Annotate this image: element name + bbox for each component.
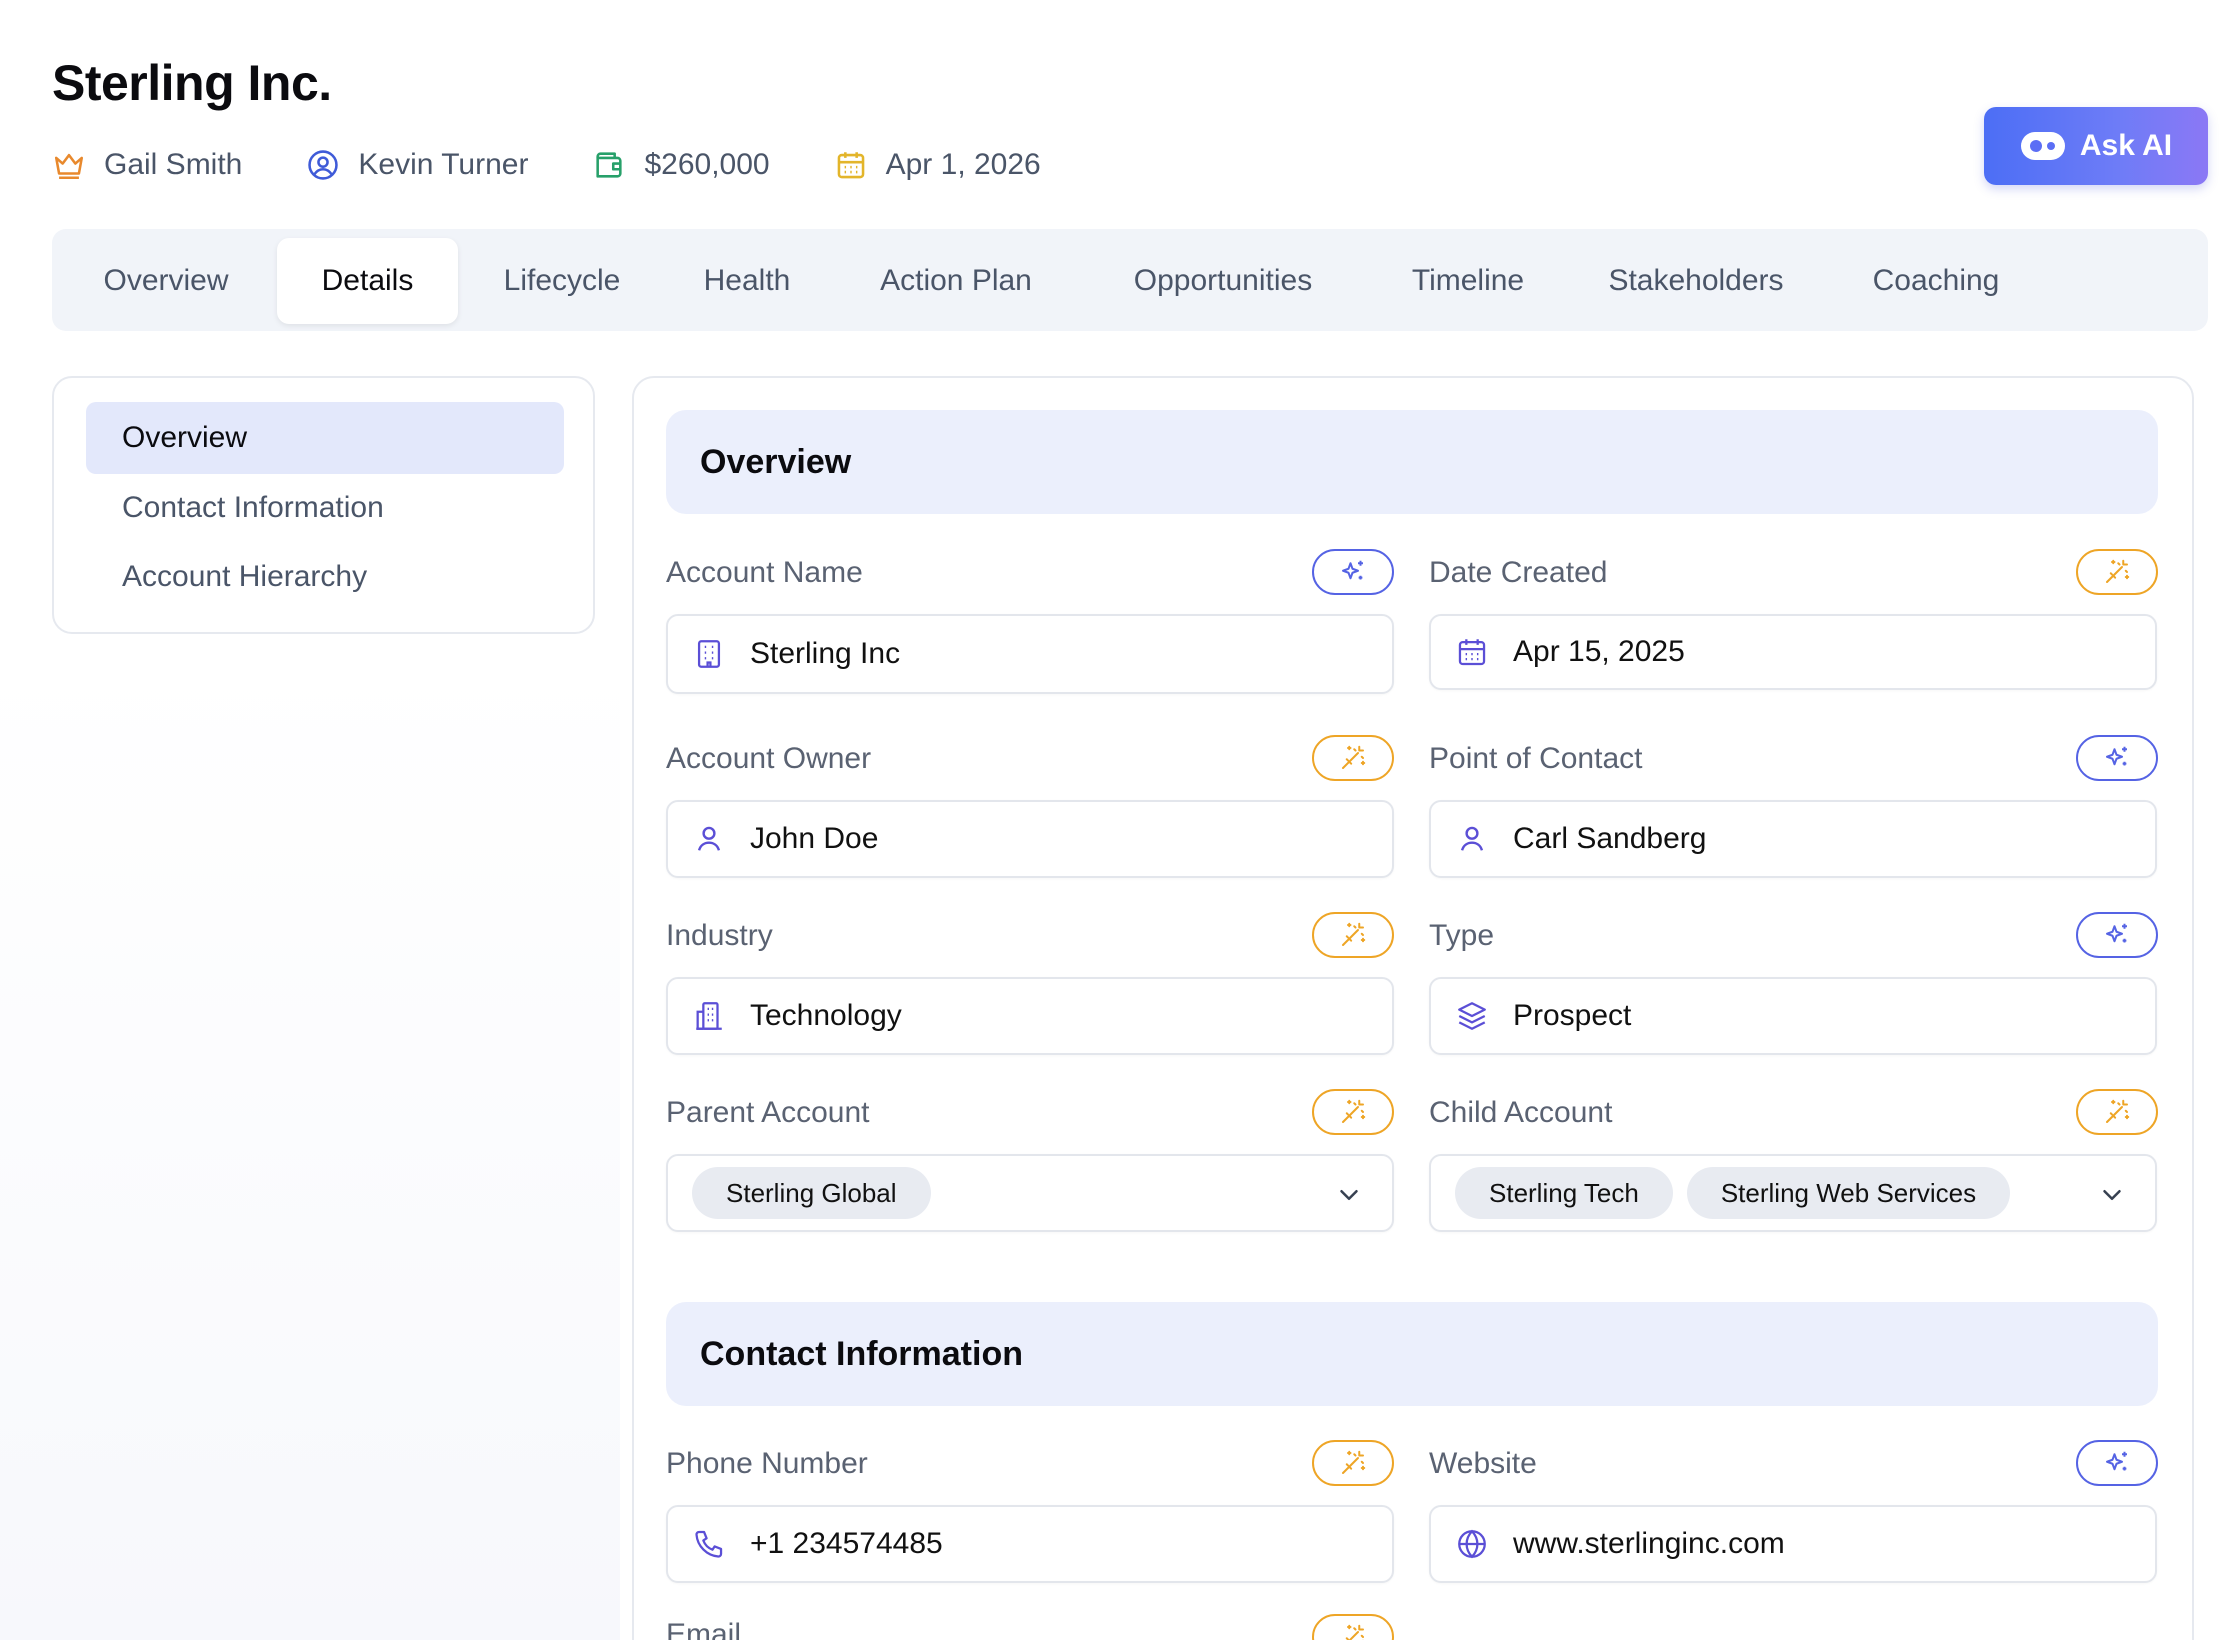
user-icon <box>697 826 721 851</box>
child-account-select[interactable]: Sterling Tech Sterling Web Services <box>1429 1154 2157 1232</box>
calendar-icon <box>1458 639 1486 666</box>
point-of-contact-ai-button[interactable] <box>2076 735 2158 781</box>
tab-details[interactable]: Details <box>277 238 458 324</box>
parent-account-label: Parent Account <box>666 1096 870 1129</box>
point-of-contact-value: Carl Sandberg <box>1513 822 1707 855</box>
phone-icon <box>695 1530 723 1558</box>
section-nav-overview[interactable]: Overview <box>86 402 564 474</box>
parent-account-chip[interactable]: Sterling Global <box>692 1167 931 1219</box>
tab-opportunities[interactable]: Opportunities <box>1092 238 1354 324</box>
sidebar-background <box>0 660 620 1640</box>
meta-csm: Kevin Turner <box>306 148 528 182</box>
phone-number-value: +1 234574485 <box>750 1527 943 1560</box>
date-created-label: Date Created <box>1429 556 1608 589</box>
account-owner-label: Account Owner <box>666 742 872 775</box>
calendar-icon <box>837 152 864 179</box>
tab-timeline[interactable]: Timeline <box>1382 238 1554 324</box>
globe-icon <box>1458 1529 1486 1559</box>
tab-stakeholders[interactable]: Stakeholders <box>1574 238 1818 324</box>
meta-value: $260,000 <box>592 148 770 182</box>
chevron-down-icon[interactable] <box>1334 1180 1364 1210</box>
type-ai-button[interactable] <box>2076 912 2158 958</box>
parent-account-ai-button[interactable] <box>1312 1089 1394 1135</box>
tab-bar: Overview Details Lifecycle Health Action… <box>52 229 2208 331</box>
building-icon <box>697 640 721 668</box>
page-title: Sterling Inc. <box>52 55 332 111</box>
meta-owner-label: Gail Smith <box>104 148 243 181</box>
account-meta: Gail Smith Kevin Turner $260,000 Apr 1, … <box>52 140 1105 190</box>
section-nav-account-hierarchy[interactable]: Account Hierarchy <box>86 541 564 613</box>
tab-coaching[interactable]: Coaching <box>1842 238 2030 324</box>
ask-ai-button[interactable]: Ask AI <box>1984 107 2208 185</box>
magic-wand-icon <box>1342 1450 1366 1474</box>
child-account-chip[interactable]: Sterling Tech <box>1455 1167 1673 1219</box>
magic-wand-icon <box>1345 1624 1364 1640</box>
user-circle-icon <box>308 150 339 180</box>
type-value: Prospect <box>1513 999 1632 1032</box>
section-nav-contact-information[interactable]: Contact Information <box>86 472 564 544</box>
point-of-contact-label: Point of Contact <box>1429 742 1643 775</box>
child-account-ai-button[interactable] <box>2076 1089 2158 1135</box>
website-label: Website <box>1429 1447 1537 1480</box>
parent-account-select[interactable]: Sterling Global <box>666 1154 1394 1232</box>
meta-owner: Gail Smith <box>52 148 242 182</box>
section-nav: Overview Contact Information Account Hie… <box>52 376 595 634</box>
contact-section-header: Contact Information <box>666 1302 2158 1406</box>
sparkle-icon <box>1342 560 1363 580</box>
office-building-icon <box>696 1002 722 1030</box>
meta-date: Apr 1, 2026 <box>834 148 1041 182</box>
account-owner-ai-button[interactable] <box>1312 735 1394 781</box>
industry-value: Technology <box>750 999 902 1032</box>
ai-eye-icon <box>2020 132 2065 160</box>
account-details-page: Sterling Inc. Gail Smith Kevin Turner $2… <box>0 0 2224 1640</box>
account-name-value: Sterling Inc <box>750 637 901 670</box>
magic-wand-icon <box>2106 1099 2130 1123</box>
crown-icon <box>54 153 84 180</box>
magic-wand-icon <box>1342 1099 1366 1123</box>
child-account-chip[interactable]: Sterling Web Services <box>1686 1167 2011 1219</box>
meta-value-label: $260,000 <box>644 148 770 181</box>
email-label: Email <box>666 1618 742 1640</box>
chevron-down-icon[interactable] <box>2097 1180 2127 1210</box>
meta-csm-label: Kevin Turner <box>358 148 529 181</box>
account-name-field[interactable]: Sterling Inc <box>666 614 1394 694</box>
date-created-ai-button[interactable] <box>2076 549 2158 595</box>
overview-section-header: Overview <box>666 410 2158 514</box>
user-icon <box>1460 826 1484 851</box>
website-value: www.sterlinginc.com <box>1513 1527 1785 1560</box>
phone-number-ai-button[interactable] <box>1312 1440 1394 1486</box>
type-field[interactable]: Prospect <box>1429 977 2157 1055</box>
website-ai-button[interactable] <box>2076 1440 2158 1486</box>
ask-ai-label: Ask AI <box>2079 129 2173 162</box>
tab-action-plan[interactable]: Action Plan <box>852 238 1060 324</box>
account-owner-value: John Doe <box>750 822 879 855</box>
point-of-contact-field[interactable]: Carl Sandberg <box>1429 800 2157 878</box>
type-label: Type <box>1429 919 1495 952</box>
industry-ai-button[interactable] <box>1312 912 1394 958</box>
account-owner-field[interactable]: John Doe <box>666 800 1394 878</box>
tab-health[interactable]: Health <box>674 238 820 324</box>
tab-overview[interactable]: Overview <box>80 238 252 324</box>
industry-label: Industry <box>666 919 773 952</box>
account-name-ai-button[interactable] <box>1312 549 1394 595</box>
sparkle-icon <box>2106 746 2127 766</box>
sparkle-icon <box>2106 923 2127 943</box>
magic-wand-icon <box>1342 745 1366 769</box>
magic-wand-icon <box>2106 559 2130 583</box>
sparkle-icon <box>2106 1451 2127 1471</box>
child-account-label: Child Account <box>1429 1096 1613 1129</box>
magic-wand-icon <box>1342 922 1366 946</box>
phone-number-label: Phone Number <box>666 1447 868 1480</box>
industry-field[interactable]: Technology <box>666 977 1394 1055</box>
meta-date-label: Apr 1, 2026 <box>885 148 1041 181</box>
phone-number-field[interactable]: +1 234574485 <box>666 1505 1394 1583</box>
date-created-field[interactable]: Apr 15, 2025 <box>1429 614 2157 690</box>
tab-lifecycle[interactable]: Lifecycle <box>476 238 648 324</box>
date-created-value: Apr 15, 2025 <box>1513 635 1685 668</box>
account-name-label: Account Name <box>666 556 863 589</box>
email-ai-button[interactable] <box>1312 1614 1394 1640</box>
website-field[interactable]: www.sterlinginc.com <box>1429 1505 2157 1583</box>
layers-icon <box>1458 1002 1486 1030</box>
wallet-icon <box>596 152 623 178</box>
